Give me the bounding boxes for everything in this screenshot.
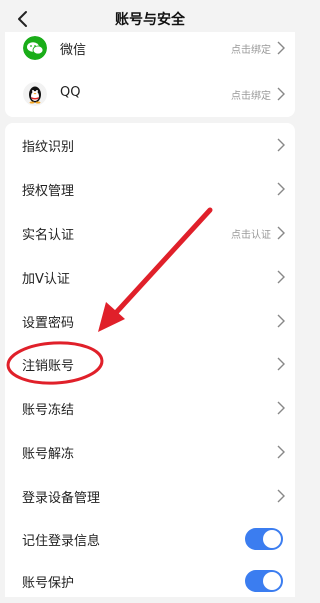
- settings-row-authorization[interactable]: 授权管理: [5, 167, 295, 211]
- realname-status: 点击认证: [231, 230, 271, 241]
- chevron-right-icon: [277, 138, 285, 152]
- chevron-right-icon: [277, 314, 285, 328]
- toggle-knob: [263, 530, 281, 548]
- settings-row-remember-login: 记住登录信息: [5, 517, 295, 561]
- chevron-right-icon: [277, 226, 285, 240]
- settings-row-label: 账号保护: [22, 576, 75, 591]
- chevron-right-icon: [277, 489, 285, 503]
- settings-row-account-protection: 账号保护: [5, 559, 295, 603]
- settings-row-realname[interactable]: 实名认证 点击认证: [5, 211, 295, 255]
- settings-row-label: 授权管理: [22, 184, 75, 199]
- settings-row-label: 实名认证: [22, 228, 75, 243]
- qq-penguin-icon: [23, 82, 47, 106]
- settings-row-label: 加V认证: [22, 272, 70, 287]
- bind-wechat-row[interactable]: 微信 点击绑定: [5, 26, 295, 70]
- remember-login-toggle[interactable]: [245, 528, 283, 550]
- chevron-right-icon: [277, 41, 285, 55]
- settings-row-label: 记住登录信息: [22, 534, 101, 549]
- settings-row-devices[interactable]: 登录设备管理: [5, 474, 295, 518]
- settings-row-freeze[interactable]: 账号冻结: [5, 386, 295, 430]
- settings-row-label: 账号冻结: [22, 403, 75, 418]
- settings-row-cancel-account[interactable]: 注销账号: [5, 342, 295, 386]
- settings-row-label: 指纹识别: [22, 140, 75, 155]
- settings-row-set-password[interactable]: 设置密码: [5, 299, 295, 343]
- qq-status: 点击绑定: [231, 91, 271, 102]
- chevron-right-icon: [277, 270, 285, 284]
- settings-row-label: 设置密码: [22, 316, 75, 331]
- chevron-right-icon: [277, 182, 285, 196]
- qq-label: QQ: [60, 85, 81, 100]
- chevron-right-icon: [277, 357, 285, 371]
- chevron-right-icon: [277, 445, 285, 459]
- wechat-status: 点击绑定: [231, 45, 271, 56]
- settings-row-fingerprint[interactable]: 指纹识别: [5, 123, 295, 167]
- bindings-card: 微信 点击绑定 QQ 点击绑定: [5, 32, 295, 117]
- toggle-knob: [263, 572, 281, 590]
- wechat-label: 微信: [60, 43, 87, 58]
- chevron-right-icon: [277, 87, 285, 101]
- settings-row-unfreeze[interactable]: 账号解冻: [5, 430, 295, 474]
- bind-qq-row[interactable]: QQ 点击绑定: [5, 72, 295, 116]
- chevron-right-icon: [277, 401, 285, 415]
- settings-row-v-verify[interactable]: 加V认证: [5, 255, 295, 299]
- settings-card: 指纹识别 授权管理 实名认证 点击认证 加V认证 设置密码 注销账号 账号冻结 …: [5, 123, 295, 597]
- settings-row-label: 注销账号: [22, 359, 75, 374]
- account-protection-toggle[interactable]: [245, 570, 283, 592]
- settings-row-label: 账号解冻: [22, 447, 75, 462]
- wechat-icon: [23, 36, 47, 60]
- settings-row-label: 登录设备管理: [22, 491, 101, 506]
